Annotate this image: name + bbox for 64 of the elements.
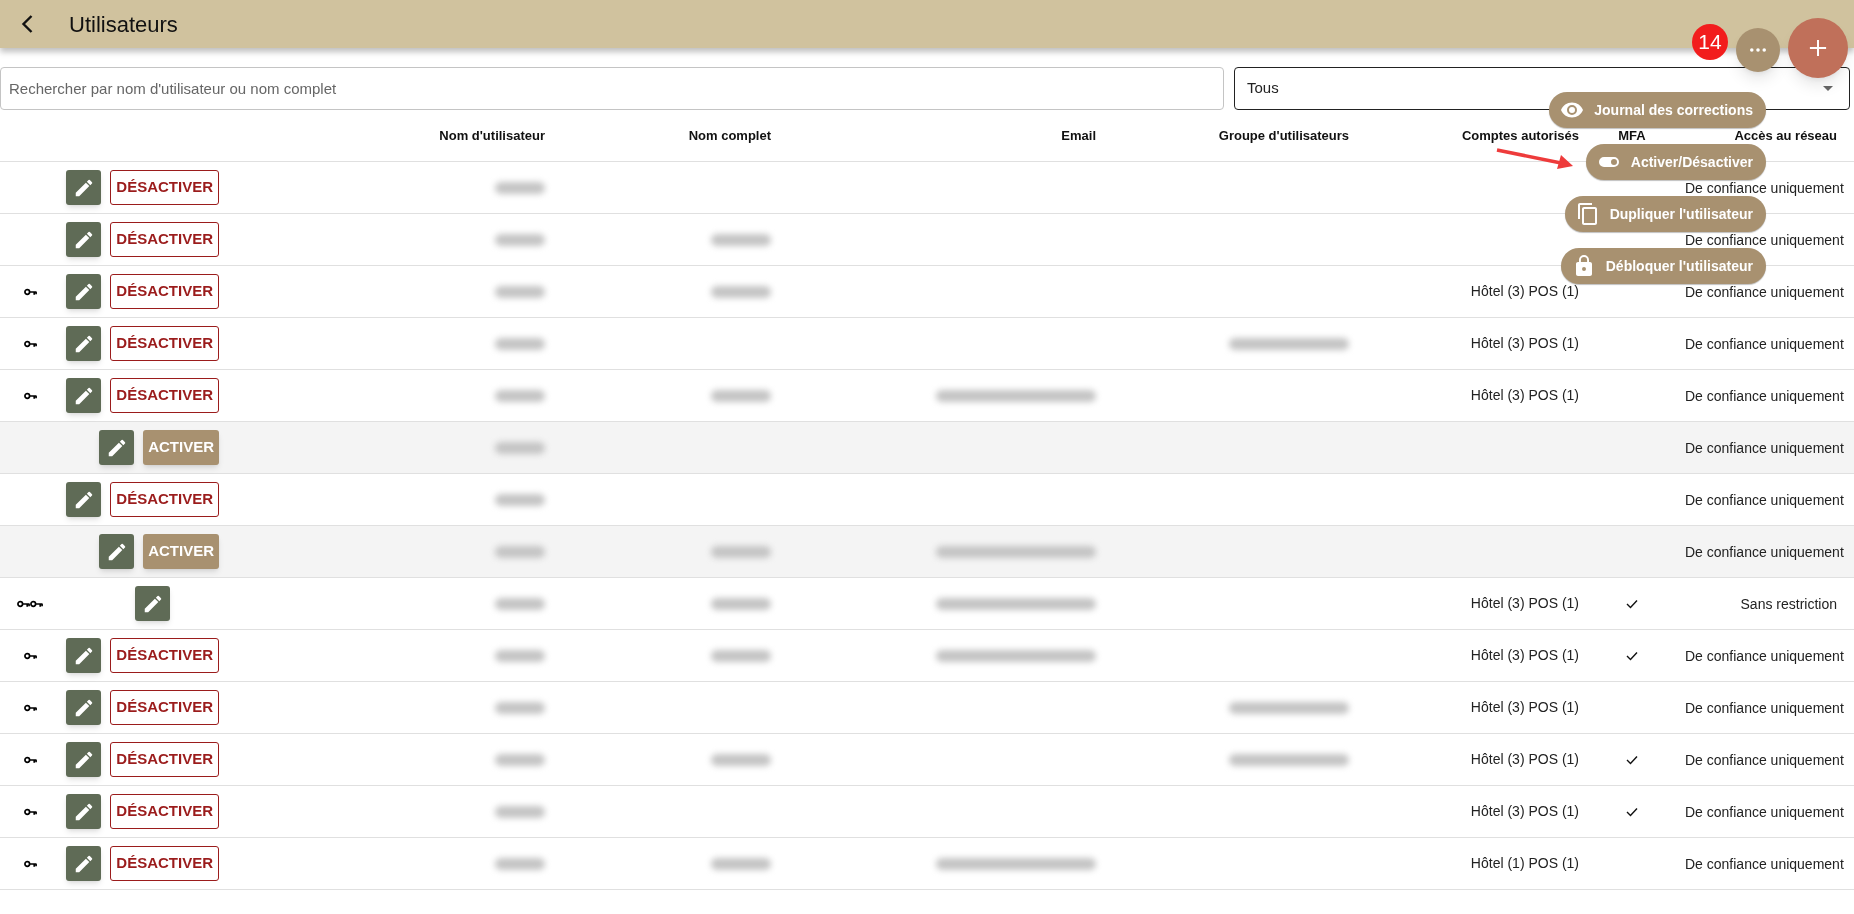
dropdown-caret-icon — [1823, 86, 1833, 91]
edit-button[interactable] — [135, 586, 170, 621]
access-cell: De confiance uniquement — [1685, 388, 1844, 403]
column-header: Nom d'utilisateur — [439, 128, 545, 143]
access-cell: De confiance uniquement — [1685, 648, 1844, 663]
edit-button[interactable] — [66, 482, 102, 517]
column-header: Comptes autorisés — [1461, 128, 1579, 143]
accounts-cell-text: Hôtel (3) POS (1) — [1470, 282, 1579, 301]
access-cell: De confiance uniquement — [1685, 232, 1844, 247]
deactivate-button[interactable]: DÉSACTIVER — [110, 482, 219, 517]
edit-button[interactable] — [66, 794, 102, 829]
notification-badge: 14 — [1692, 24, 1728, 60]
access-cell: De confiance uniquement — [1685, 492, 1844, 507]
edit-button[interactable] — [99, 430, 135, 465]
column-header: Accès au réseau — [1734, 128, 1837, 143]
edit-button[interactable] — [99, 534, 135, 569]
edit-button[interactable] — [66, 690, 102, 725]
deactivate-button[interactable]: DÉSACTIVER — [110, 846, 219, 881]
deactivate-button[interactable]: DÉSACTIVER — [110, 742, 219, 777]
access-cell: De confiance uniquement — [1685, 700, 1844, 715]
column-header: Nom complet — [688, 128, 771, 143]
more-icon — [1750, 48, 1766, 52]
access-cell: De confiance uniquement — [1685, 440, 1844, 455]
column-header: Groupe d'utilisateurs — [1218, 128, 1349, 143]
search-field[interactable]: Rechercher par nom d'utilisateur ou nom complet — [0, 67, 1224, 110]
access-cell: De confiance uniquement — [1685, 544, 1844, 559]
deactivate-button[interactable]: DÉSACTIVER — [110, 638, 219, 673]
copy-icon — [1575, 202, 1600, 226]
deactivate-button[interactable]: DÉSACTIVER — [110, 326, 219, 361]
accounts-cell-text: Hôtel (3) POS (1) — [1470, 334, 1579, 353]
deactivate-button[interactable]: DÉSACTIVER — [110, 794, 219, 829]
edit-button[interactable] — [66, 638, 102, 673]
deactivate-button[interactable]: DÉSACTIVER — [110, 170, 219, 205]
access-cell: Sans restriction — [1740, 596, 1837, 611]
accounts-cell-text: Hôtel (3) POS (1) — [1470, 386, 1579, 405]
edit-button[interactable] — [66, 742, 102, 777]
column-header: Email — [1061, 128, 1096, 143]
edit-button[interactable] — [66, 222, 102, 257]
accounts-cell-text: Hôtel (3) POS (1) — [1470, 698, 1579, 717]
access-cell: De confiance uniquement — [1685, 752, 1844, 767]
plus-icon — [1809, 39, 1827, 57]
column-header: MFA — [1618, 128, 1646, 143]
access-cell: De confiance uniquement — [1685, 284, 1844, 299]
deactivate-button[interactable]: DÉSACTIVER — [110, 222, 219, 257]
deactivate-button[interactable]: DÉSACTIVER — [110, 378, 219, 413]
accounts-cell-text: Hôtel (3) POS (1) — [1470, 594, 1579, 613]
access-cell: De confiance uniquement — [1685, 336, 1844, 351]
deactivate-button[interactable]: DÉSACTIVER — [110, 274, 219, 309]
deactivate-button[interactable]: DÉSACTIVER — [110, 690, 219, 725]
accounts-cell-text: Hôtel (3) POS (1) — [1470, 802, 1579, 821]
access-cell: De confiance uniquement — [1685, 804, 1844, 819]
more-button[interactable] — [1736, 28, 1780, 72]
access-cell: De confiance uniquement — [1685, 856, 1844, 871]
edit-button[interactable] — [66, 274, 102, 309]
edit-button[interactable] — [66, 326, 102, 361]
page-title: Utilisateurs — [69, 10, 178, 39]
access-cell: De confiance uniquement — [1685, 180, 1844, 195]
accounts-cell-text: Hôtel (1) POS (1) — [1470, 854, 1579, 873]
edit-button[interactable] — [66, 846, 102, 881]
add-button[interactable] — [1788, 18, 1848, 78]
edit-button[interactable] — [66, 378, 102, 413]
accounts-cell-text: Hôtel (3) POS (1) — [1470, 646, 1579, 665]
accounts-cell-text: Hôtel (3) POS (1) — [1470, 750, 1579, 769]
edit-button[interactable] — [66, 170, 102, 205]
